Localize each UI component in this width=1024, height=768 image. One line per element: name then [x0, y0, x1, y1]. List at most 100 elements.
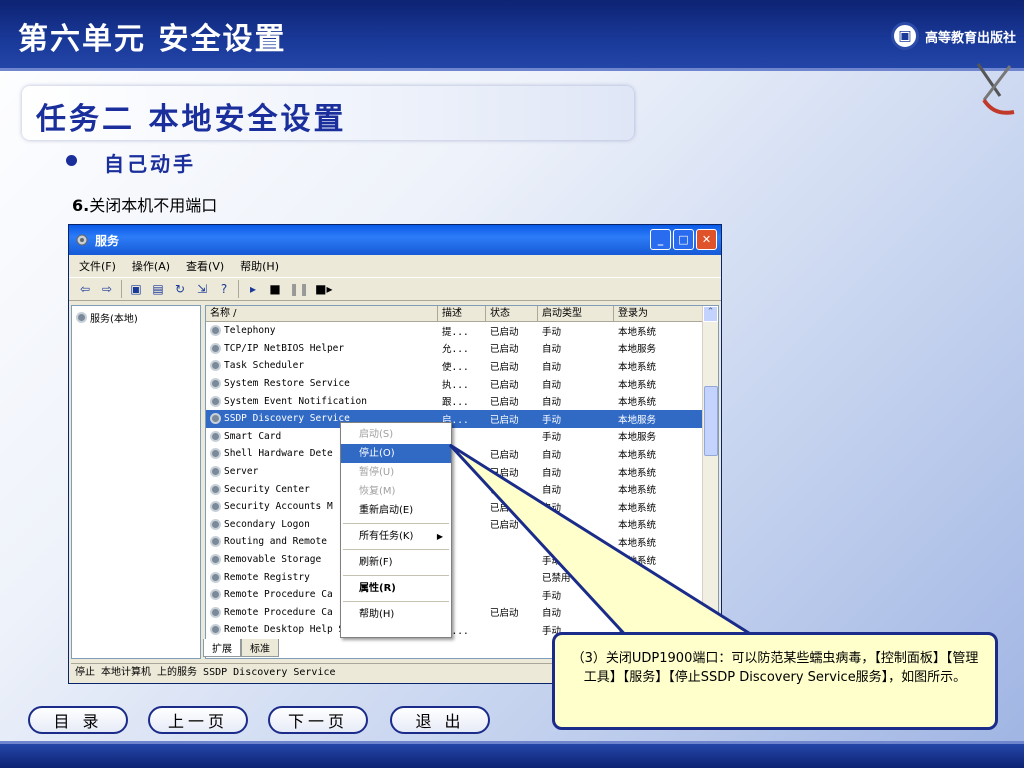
table-row[interactable]: Telephony 提... 已启动 手动 本地系统	[206, 322, 718, 340]
cell-start: 自动	[542, 502, 562, 514]
table-row[interactable]: Security Accounts M 已启动 自动 本地系统	[206, 498, 718, 516]
tools-icon	[976, 63, 1015, 115]
maximize-button[interactable]: □	[673, 229, 694, 250]
menu-item-refresh[interactable]: 刷新(F)	[341, 553, 451, 572]
submenu-arrow-icon: ▶	[436, 532, 443, 541]
bullet-dot	[66, 155, 77, 166]
cell-status: 已启动	[490, 379, 519, 391]
cell-start: 已禁用	[542, 573, 571, 585]
service-name: Secondary Logon	[224, 518, 310, 530]
tab-extended[interactable]: 扩展	[203, 639, 241, 657]
menu-view[interactable]: 查看(V)	[186, 258, 224, 274]
table-row[interactable]: Secondary Logon 已启动 自动 本地系统	[206, 516, 718, 534]
cell-start: 自动	[542, 379, 562, 391]
table-row[interactable]: Server 已启动 自动 本地系统	[206, 463, 718, 481]
restart-icon[interactable]: ■▸	[315, 281, 332, 297]
cell-logon: 本地系统	[618, 361, 657, 373]
gear-icon	[210, 554, 221, 566]
gear-icon	[210, 501, 221, 513]
prev-page-button[interactable]: 上一页	[148, 706, 248, 734]
cell-start: 手动	[542, 326, 562, 338]
menu-item-pause: 暂停(U)	[359, 467, 395, 478]
cell-status: 已启动	[490, 414, 519, 426]
gear-icon	[210, 606, 221, 618]
back-icon[interactable]: ⇦	[77, 281, 93, 297]
help-icon[interactable]: ?	[216, 281, 232, 297]
cell-logon: 本地系统	[618, 449, 657, 461]
gear-icon	[210, 378, 221, 390]
tree-item-services[interactable]: 服务(本地)	[76, 310, 196, 325]
cell-logon: 本地系统	[618, 467, 657, 479]
refresh-icon[interactable]: ↻	[172, 281, 188, 297]
table-row[interactable]: Routing and Remote 已禁用 本地系统	[206, 533, 718, 551]
table-row[interactable]: System Event Notification 跟... 已启动 自动 本地系统	[206, 392, 718, 410]
column-startup-type[interactable]: 启动类型	[538, 306, 614, 321]
column-description[interactable]: 描述	[438, 306, 486, 321]
menu-item-all-tasks[interactable]: 所有任务(K) ▶	[341, 527, 451, 546]
toolbar-separator	[238, 280, 239, 298]
next-page-button[interactable]: 下一页	[268, 706, 368, 734]
column-logon-as[interactable]: 登录为	[614, 306, 706, 321]
menu-item-stop[interactable]: 停止(O)	[341, 444, 451, 463]
table-row[interactable]: Remote Procedure Ca 手动 本地系统	[206, 586, 718, 604]
service-name: Telephony	[224, 325, 276, 337]
menu-file[interactable]: 文件(F)	[79, 258, 116, 274]
menu-action[interactable]: 操作(A)	[132, 258, 170, 274]
menu-help[interactable]: 帮助(H)	[240, 258, 279, 274]
window-titlebar[interactable]: 服务	[69, 225, 721, 255]
service-name: Removable Storage	[224, 554, 322, 566]
scroll-up-icon[interactable]: ⌃	[703, 306, 718, 322]
table-row[interactable]: Smart Card 手动 本地服务	[206, 428, 718, 446]
export-icon[interactable]: ⇲	[194, 281, 210, 297]
cell-logon: 本地服务	[618, 414, 657, 426]
toolbar-separator	[121, 280, 122, 298]
properties-icon[interactable]: ▤	[150, 281, 166, 297]
cell-status: 已启动	[490, 485, 519, 497]
view-tabs: 扩展 标准	[203, 639, 279, 657]
list-header: 名称 / 描述 状态 启动类型 登录为	[206, 306, 718, 322]
table-row[interactable]: Remote Procedure Ca 已启动 自动 本地系统	[206, 604, 718, 622]
bullet-text: 自己动手	[104, 152, 196, 176]
forward-icon[interactable]: ⇨	[99, 281, 115, 297]
tab-standard[interactable]: 标准	[241, 639, 279, 657]
table-row[interactable]: Remote Registry 已禁用 本地服务	[206, 568, 718, 586]
step-heading: 6.关闭本机不用端口	[72, 192, 217, 216]
minimize-button[interactable]: _	[650, 229, 671, 250]
task-banner: 任务二 本地安全设置	[22, 86, 634, 140]
menu-separator	[343, 523, 449, 524]
stop-icon[interactable]: ■	[267, 281, 283, 297]
exit-button[interactable]: 退 出	[390, 706, 490, 734]
table-row[interactable]: Task Scheduler 使... 已启动 自动 本地系统	[206, 357, 718, 375]
play-icon[interactable]: ▸	[245, 281, 261, 297]
menu-item-restart[interactable]: 重新启动(E)	[341, 501, 451, 520]
table-row[interactable]: Shell Hardware Dete 已启动 自动 本地系统	[206, 445, 718, 463]
cell-start: 自动	[542, 361, 562, 373]
table-row[interactable]: SSDP Discovery Service 启... 已启动 手动 本地服务	[206, 409, 718, 428]
cell-start: 自动	[542, 344, 562, 356]
table-row[interactable]: Security Center 已启动 自动 本地系统	[206, 480, 718, 498]
cell-logon: 本地系统	[618, 537, 657, 549]
toc-button[interactable]: 目 录	[28, 706, 128, 734]
cell-name: System Restore Service	[206, 378, 438, 390]
table-row[interactable]: System Restore Service 执... 已启动 自动 本地系统	[206, 375, 718, 393]
scroll-thumb[interactable]	[704, 386, 718, 456]
pause-icon[interactable]: ❚❚	[289, 281, 309, 297]
close-button[interactable]: ✕	[696, 229, 717, 250]
table-row[interactable]: TCP/IP NetBIOS Helper 允... 已启动 自动 本地服务	[206, 340, 718, 358]
callout-box: （3）关闭UDP1900端口：可以防范某些蠕虫病毒，【控制面板】【管理工具】【服…	[552, 632, 998, 730]
cell-logon: 本地系统	[618, 555, 657, 567]
cell-name: Telephony	[206, 325, 438, 337]
cell-logon: 本地服务	[618, 573, 657, 585]
column-name[interactable]: 名称 /	[206, 306, 438, 321]
cell-desc: 提...	[442, 326, 469, 338]
menu-separator	[343, 575, 449, 576]
menu-item-help[interactable]: 帮助(H)	[341, 605, 451, 624]
cell-status: 已启动	[490, 520, 519, 532]
table-row[interactable]: Removable Storage 手动 本地系统	[206, 551, 718, 569]
window-title: 服务	[95, 233, 120, 248]
console-icon[interactable]: ▣	[128, 281, 144, 297]
menu-item-properties[interactable]: 属性(R)	[341, 579, 451, 598]
list-body: Telephony 提... 已启动 手动本地系统 TCP/IP NetBIOS Hel…	[206, 322, 718, 639]
column-status[interactable]: 状态	[486, 306, 538, 321]
scrollbar[interactable]: ⌃	[702, 306, 718, 658]
